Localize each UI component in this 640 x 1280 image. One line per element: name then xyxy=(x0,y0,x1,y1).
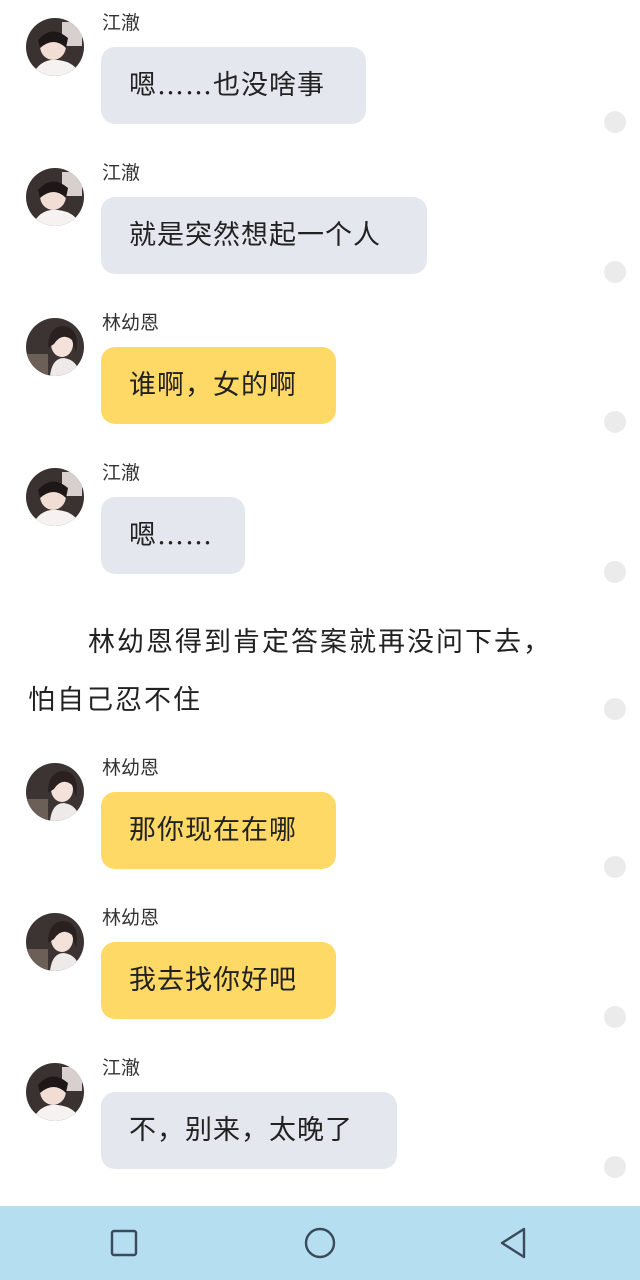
narration-line-1: 林幼恩得到肯定答案就再没问下去， xyxy=(88,627,552,658)
sender-name: 林幼恩 xyxy=(102,757,160,779)
message-bubble[interactable]: 就是突然想起一个人 xyxy=(101,197,427,274)
triangle-back-icon[interactable] xyxy=(496,1225,532,1261)
avatar-linyouen[interactable] xyxy=(26,318,84,376)
narration-status-dot xyxy=(604,698,626,720)
sender-name: 江澈 xyxy=(102,462,141,484)
message-bubble[interactable]: 不，别来，太晚了 xyxy=(101,1092,397,1169)
system-navigation-bar xyxy=(0,1206,640,1280)
message-bubble[interactable]: 嗯……也没啥事 xyxy=(101,47,366,124)
avatar-jiangche[interactable] xyxy=(26,18,84,76)
message-bubble[interactable]: 我去找你好吧 xyxy=(101,942,336,1019)
sender-name: 林幼恩 xyxy=(102,907,160,929)
message-status-dot xyxy=(604,1006,626,1028)
avatar-jiangche[interactable] xyxy=(26,1063,84,1121)
avatar-linyouen[interactable] xyxy=(26,763,84,821)
sender-name: 林幼恩 xyxy=(102,312,160,334)
sender-name: 江澈 xyxy=(102,12,141,34)
message-bubble[interactable]: 那你现在在哪 xyxy=(101,792,336,869)
message-bubble[interactable]: 谁啊，女的啊 xyxy=(101,347,336,424)
avatar-jiangche[interactable] xyxy=(26,468,84,526)
sender-name: 江澈 xyxy=(102,162,141,184)
avatar-jiangche[interactable] xyxy=(26,168,84,226)
avatar-linyouen[interactable] xyxy=(26,913,84,971)
chat-page: 江澈 嗯……也没啥事 江澈 就是突然想起一个人 林幼恩 谁啊，女的啊 江澈 嗯…… xyxy=(0,0,640,1280)
message-status-dot xyxy=(604,561,626,583)
message-status-dot xyxy=(604,111,626,133)
message-status-dot xyxy=(604,1156,626,1178)
message-bubble[interactable]: 嗯…… xyxy=(101,497,245,574)
sender-name: 江澈 xyxy=(102,1057,141,1079)
message-status-dot xyxy=(604,411,626,433)
circle-home-icon[interactable] xyxy=(302,1225,338,1261)
message-status-dot xyxy=(604,856,626,878)
square-recents-icon[interactable] xyxy=(106,1225,142,1261)
message-status-dot xyxy=(604,261,626,283)
narration-line-2: 怕自己忍不住 xyxy=(28,685,202,716)
